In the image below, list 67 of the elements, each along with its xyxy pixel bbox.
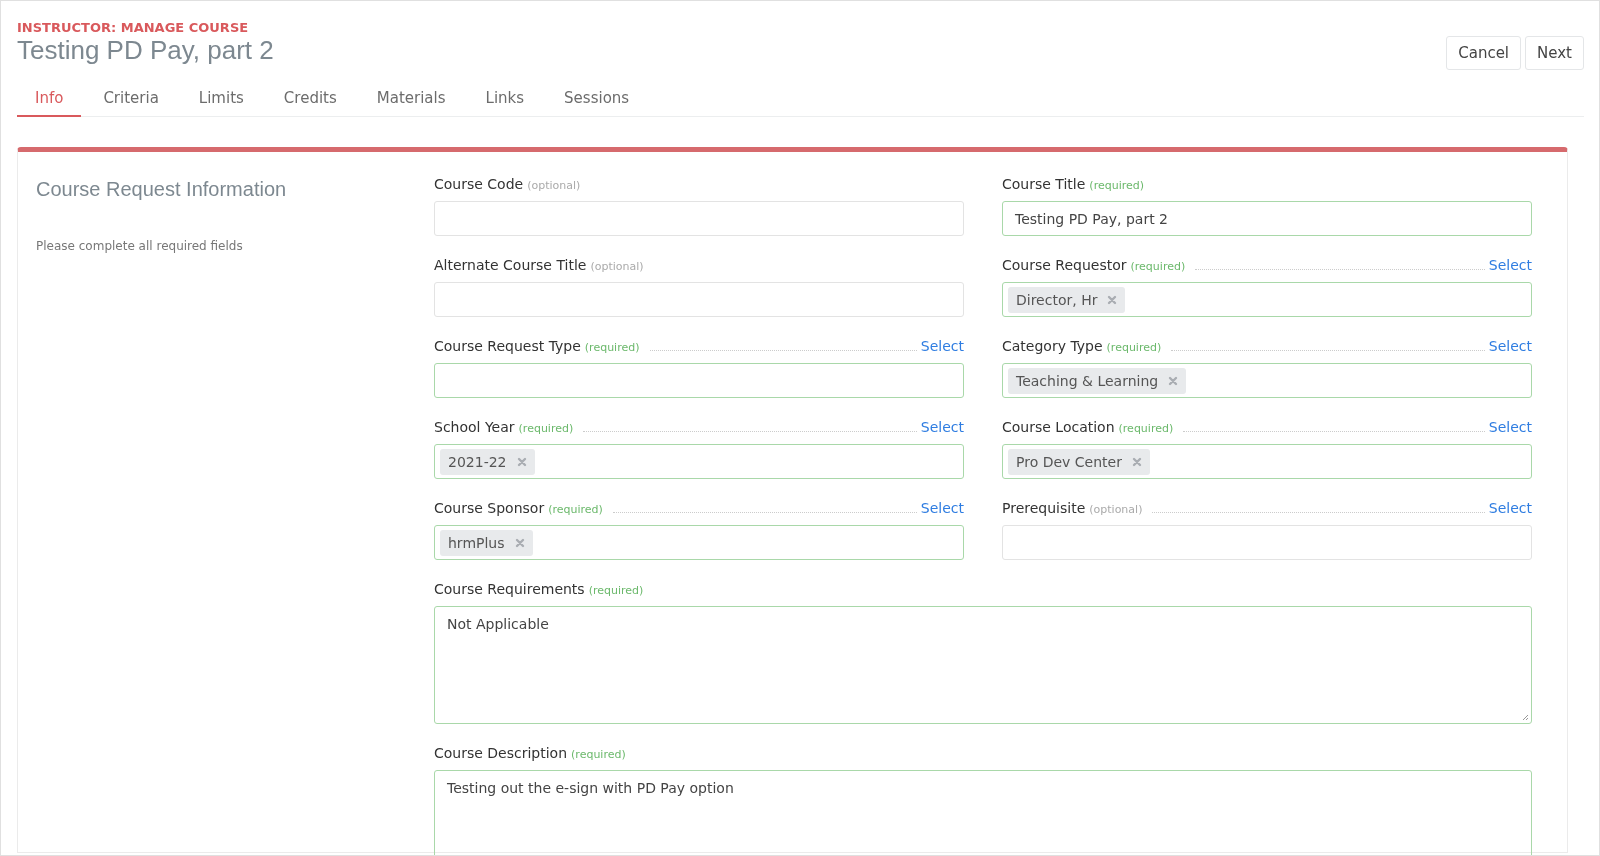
field-label: Alternate Course Title	[434, 257, 587, 273]
tag-label: Pro Dev Center	[1016, 453, 1122, 470]
field-label: Prerequisite	[1002, 500, 1086, 516]
text-area[interactable]: Testing out the e-sign with PD Pay option	[434, 770, 1532, 855]
field-note: (optional)	[527, 179, 581, 192]
tab[interactable]: Materials	[358, 83, 464, 117]
field-note: (required)	[1118, 422, 1174, 435]
field-label: Course Requestor	[1002, 257, 1127, 273]
field-label: Category Type	[1002, 338, 1103, 354]
select-link[interactable]: Select	[1488, 419, 1532, 435]
tab[interactable]: Credits	[265, 83, 355, 117]
next-button[interactable]: Next	[1525, 36, 1584, 70]
field-note: (required)	[1106, 341, 1162, 354]
select-link[interactable]: Select	[1488, 338, 1532, 354]
cancel-button[interactable]: Cancel	[1446, 36, 1522, 70]
field-note: (optional)	[1089, 503, 1143, 516]
section-hint: Please complete all required fields	[36, 239, 244, 253]
field-note: (required)	[1130, 260, 1186, 273]
input-field[interactable]: Testing PD Pay, part 2	[1002, 201, 1532, 236]
tab[interactable]: Limits	[180, 83, 262, 117]
tag-field[interactable]	[1002, 525, 1532, 560]
tab[interactable]: Links	[467, 83, 543, 117]
field-note: (required)	[584, 341, 640, 354]
tag-label: 2021-22	[448, 453, 507, 470]
tag-field[interactable]: Pro Dev Center	[1002, 444, 1532, 479]
tag-field[interactable]: Teaching & Learning	[1002, 363, 1532, 398]
field-label: Course Sponsor	[434, 500, 545, 516]
text-area[interactable]: Not Applicable	[434, 606, 1532, 724]
field-label: Course Code	[434, 176, 524, 192]
tag-field[interactable]	[434, 363, 964, 398]
tab[interactable]: Sessions	[546, 83, 648, 117]
tab[interactable]: Criteria	[85, 83, 177, 117]
tag-label: Director, Hr	[1016, 291, 1098, 308]
remove-icon[interactable]	[514, 537, 525, 548]
field-label: Course Location	[1002, 419, 1115, 435]
section-title: Course Request Information	[36, 178, 288, 201]
field-label: School Year	[434, 419, 515, 435]
remove-icon[interactable]	[1107, 294, 1118, 305]
tag-label: hrmPlus	[448, 534, 505, 551]
field-note: (optional)	[590, 260, 644, 273]
remove-icon[interactable]	[1168, 375, 1179, 386]
page-title: Testing PD Pay, part 2	[17, 35, 274, 66]
field-label: Course Request Type	[434, 338, 581, 354]
tag-field[interactable]: 2021-22	[434, 444, 964, 479]
tag-field[interactable]: hrmPlus	[434, 525, 964, 560]
field-label: Course Description	[434, 745, 568, 761]
select-link[interactable]: Select	[920, 419, 964, 435]
field-note: (required)	[548, 503, 603, 516]
tab[interactable]: Info	[17, 83, 82, 117]
tag-field[interactable]: Director, Hr	[1002, 282, 1532, 317]
remove-icon[interactable]	[516, 456, 527, 467]
select-link[interactable]: Select	[920, 500, 964, 516]
resize-grip-icon[interactable]	[1521, 713, 1529, 721]
input-field[interactable]	[434, 201, 964, 236]
field-note: (required)	[571, 748, 626, 761]
field-note: (required)	[518, 422, 574, 435]
select-link[interactable]: Select	[920, 338, 964, 354]
remove-icon[interactable]	[1131, 456, 1142, 467]
select-link[interactable]: Select	[1488, 257, 1532, 273]
field-note: (required)	[588, 584, 644, 597]
page-eyebrow: INSTRUCTOR: MANAGE COURSE	[17, 20, 250, 35]
field-label: Course Requirements	[434, 581, 585, 597]
select-link[interactable]: Select	[1488, 500, 1532, 516]
tag-label: Teaching & Learning	[1016, 372, 1159, 389]
input-field[interactable]	[434, 282, 964, 317]
field-note: (required)	[1089, 179, 1145, 192]
field-label: Course Title	[1002, 176, 1086, 192]
